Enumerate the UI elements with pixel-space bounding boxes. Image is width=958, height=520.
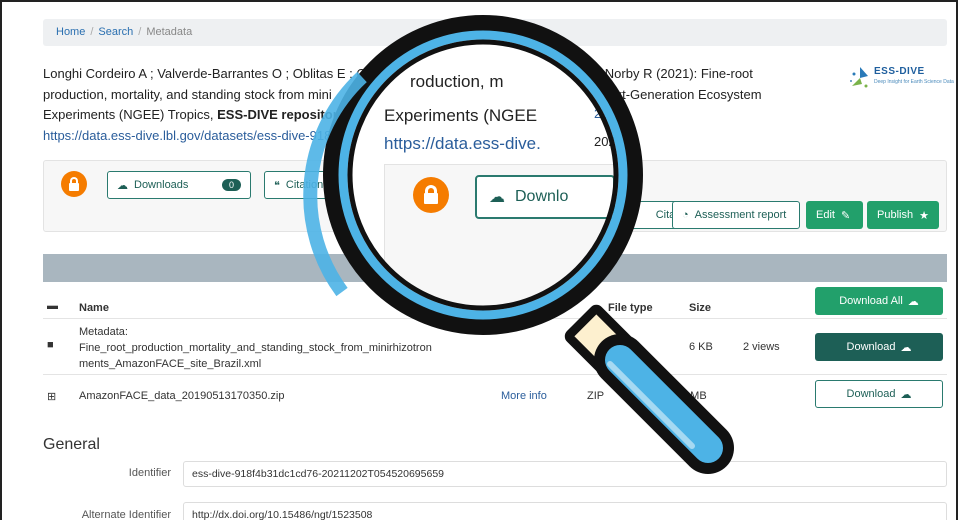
repository-name: ESS-DIVE repository — [217, 107, 345, 122]
breadcrumb-separator: / — [138, 26, 142, 38]
logo-tagline: Deep Insight for Earth Science Data — [874, 79, 954, 85]
logo-brand: ESS-DIVE — [874, 66, 925, 77]
cloud-download-icon: ☁ — [117, 179, 128, 192]
download-all-button[interactable]: Download All ☁ — [815, 287, 943, 315]
alternate-identifier-field[interactable]: http://dx.doi.org/10.15486/ngt/1523508 — [183, 502, 947, 520]
dashboard-icon: ◔ — [682, 209, 689, 221]
zip-file-name[interactable]: AmazonFACE_data_20190513170350.zip — [79, 390, 285, 402]
identifier-field[interactable]: ess-dive-918f4b31dc1cd76-20211202T054520… — [183, 461, 947, 487]
breadcrumb-current: Metadata — [146, 26, 193, 38]
file-views: 2 views — [743, 341, 780, 353]
citation-link[interactable]: https://data.ess-dive.lbl.gov/datasets/e… — [43, 128, 342, 143]
edit-button[interactable]: Edit ✎ — [806, 201, 863, 229]
magnifier-lens: roduction, m Experiments (NGEE 2211202T0… — [332, 24, 634, 326]
zoom-text-line-1: roduction, m — [410, 72, 504, 91]
table-row: ⊞ AmazonFACE_data_20190513170350.zip Mor… — [43, 374, 947, 420]
zoom-link: https://data.ess-dive. — [384, 134, 541, 153]
lock-icon — [61, 171, 87, 197]
file-icon: ■ — [47, 339, 54, 351]
column-size: Size — [689, 302, 712, 314]
alternate-identifier-label: Alternate Identifier — [81, 509, 171, 520]
identifier-label: Identifier — [128, 467, 171, 479]
ess-dive-logo[interactable]: ESS-DIVE Deep Insight for Earth Science … — [848, 64, 954, 94]
cloud-download-icon: ☁ — [900, 388, 912, 401]
pencil-icon: ✎ — [840, 209, 851, 222]
cloud-download-icon: ☁ — [907, 295, 919, 308]
download-button[interactable]: Download ☁ — [815, 380, 943, 408]
file-type: ZIP — [587, 390, 605, 402]
ess-dive-logo-icon — [850, 67, 868, 88]
zoom-toolbar: ☁ Downlo — [384, 164, 634, 326]
star-icon: ★ — [919, 209, 929, 222]
breadcrumb-search[interactable]: Search — [98, 26, 133, 38]
column-name: Name — [79, 302, 109, 314]
breadcrumb-home[interactable]: Home — [56, 26, 85, 38]
downloads-count: 0 — [221, 179, 241, 191]
file-type: EML — [608, 341, 631, 353]
breadcrumb-separator: / — [90, 26, 94, 38]
downloads-button[interactable]: ☁ Downloads 0 — [107, 171, 251, 199]
publish-button[interactable]: Publish ★ — [867, 201, 939, 229]
page-frame: Home / Search / Metadata Longhi Cordeiro A ;… — [0, 0, 958, 520]
download-button[interactable]: Download ☁ — [815, 333, 943, 361]
metadata-file-name[interactable]: Metadata: Fine_root_production_mortality… — [79, 324, 432, 372]
zoom-text-line-2a: Experiments (NGEE — [384, 106, 538, 125]
general-heading: General — [43, 436, 100, 453]
file-size: 3 MB — [681, 390, 707, 402]
table-icon: ⊞ — [47, 391, 57, 403]
quote-icon: ❝ — [274, 179, 280, 192]
more-info-link[interactable]: More info — [501, 390, 547, 402]
folder-icon: ▬ — [47, 300, 58, 312]
cloud-download-icon: ☁ — [900, 341, 912, 354]
file-size: 6 KB — [689, 341, 713, 353]
zoom-download-button: ☁ Downlo — [475, 175, 615, 219]
table-row: ■ Metadata: Fine_root_production_mortali… — [43, 318, 947, 374]
cloud-download-icon: ☁ — [489, 189, 505, 206]
zoom-date: 2022-01-06 — [594, 134, 634, 149]
zoom-text-line-2b: 2211202T054520695659 accessed via — [594, 106, 634, 121]
zoom-lock-icon — [413, 177, 449, 213]
assessment-report-button[interactable]: ◔ Assessment report — [672, 201, 800, 229]
